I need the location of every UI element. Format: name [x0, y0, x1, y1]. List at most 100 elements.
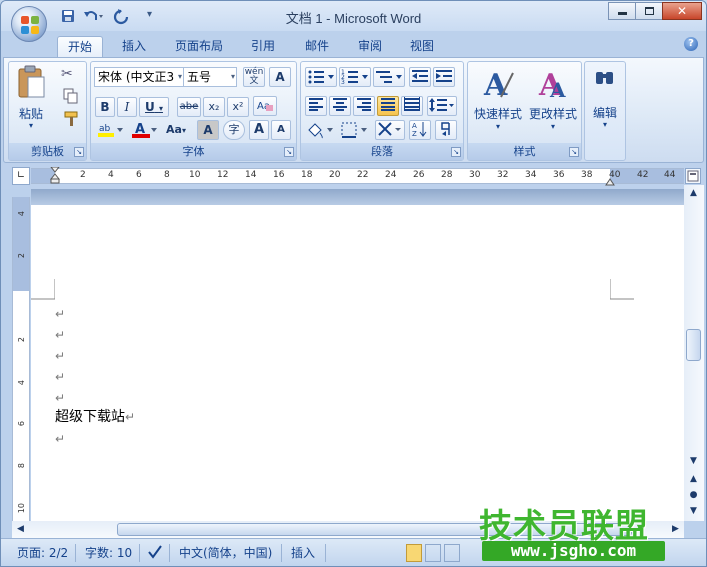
grow-font-button[interactable]: A: [249, 120, 269, 140]
empty-paragraph[interactable]: ↵: [55, 346, 65, 366]
view-ruler-icon[interactable]: [685, 168, 701, 184]
shrink-font-button[interactable]: A: [271, 120, 291, 140]
ruler-tick: 20: [329, 170, 341, 180]
change-styles-button[interactable]: AA 更改样式 ▾: [526, 65, 580, 139]
office-button[interactable]: [11, 6, 47, 42]
subscript-button[interactable]: x₂: [203, 97, 225, 117]
language-status[interactable]: 中文(简体，中国): [179, 544, 272, 562]
justify-button[interactable]: [377, 96, 399, 116]
shading-button[interactable]: [305, 120, 335, 140]
underline-button[interactable]: U ▾: [139, 97, 169, 117]
page-count-status[interactable]: 页面: 2/2: [17, 544, 68, 562]
phonetic-label: 文: [249, 76, 259, 86]
insert-mode-status[interactable]: 插入: [291, 544, 315, 562]
close-button[interactable]: ✕: [662, 2, 702, 20]
editing-group[interactable]: 编辑 ▾: [584, 61, 626, 161]
distributed-button[interactable]: [401, 96, 423, 116]
ruler-tick: 4: [17, 380, 26, 386]
copy-icon[interactable]: [63, 88, 79, 104]
paste-button[interactable]: 粘贴 ▾: [14, 65, 48, 139]
superscript-button[interactable]: x²: [227, 97, 249, 117]
char-border-button[interactable]: A: [269, 67, 291, 87]
strikethrough-button[interactable]: abe: [177, 97, 201, 117]
scroll-left-icon[interactable]: ◀: [12, 521, 29, 537]
empty-paragraph[interactable]: ↵: [55, 325, 65, 345]
horizontal-ruler[interactable]: 2 4 6 8 10 12 14 16 18 20 22 24 26 28 30…: [31, 166, 684, 186]
tab-home[interactable]: 开始: [57, 36, 103, 57]
borders-icon: [341, 122, 367, 138]
help-icon[interactable]: ?: [684, 37, 698, 51]
tab-page-layout[interactable]: 页面布局: [166, 36, 232, 57]
document-page[interactable]: [31, 205, 684, 521]
font-name-combo[interactable]: 宋体 (中文正3 ▾: [94, 67, 184, 87]
align-left-button[interactable]: [305, 96, 327, 116]
empty-paragraph[interactable]: ↵: [55, 367, 65, 387]
numbering-button[interactable]: 123: [339, 67, 371, 87]
multilevel-list-button[interactable]: [373, 67, 405, 87]
maximize-button[interactable]: [635, 2, 663, 20]
tab-references[interactable]: 引用: [241, 36, 285, 57]
enclose-char-button[interactable]: 字: [223, 120, 245, 140]
editing-label: 编辑: [592, 106, 617, 120]
previous-page-icon[interactable]: ▲: [685, 471, 702, 487]
bullets-button[interactable]: [305, 67, 337, 87]
bold-button[interactable]: B: [95, 97, 115, 117]
align-left-icon: [309, 98, 323, 111]
phonetic-guide-button[interactable]: wén 文: [243, 67, 265, 87]
italic-button[interactable]: I: [117, 97, 137, 117]
quick-styles-button[interactable]: A 快速样式 ▾: [471, 65, 525, 139]
highlight-icon: ab: [98, 124, 123, 137]
empty-paragraph[interactable]: ↵: [55, 304, 65, 324]
clear-format-button[interactable]: Aa: [253, 96, 277, 116]
sort-button[interactable]: AZ: [409, 120, 431, 140]
paragraph-launcher-icon[interactable]: ↘: [451, 147, 461, 157]
svg-text:A: A: [549, 78, 566, 101]
cut-icon[interactable]: ✂: [61, 66, 81, 84]
word-count-status[interactable]: 字数: 10: [85, 544, 132, 562]
asian-layout-button[interactable]: [375, 120, 405, 140]
font-color-button[interactable]: A: [129, 120, 159, 140]
svg-text:A: A: [483, 68, 508, 101]
minimize-button[interactable]: [608, 2, 636, 20]
decrease-indent-button[interactable]: [409, 67, 431, 87]
tab-view[interactable]: 视图: [400, 36, 444, 57]
change-case-button[interactable]: Aa▾: [161, 120, 191, 140]
font-launcher-icon[interactable]: ↘: [284, 147, 294, 157]
vertical-scrollbar[interactable]: ▲ ▼ ▲ ● ▼: [684, 185, 704, 521]
title-bar: ▾ 文档 1 - Microsoft Word ✕: [1, 1, 706, 31]
align-right-button[interactable]: [353, 96, 375, 116]
scroll-down-icon[interactable]: ▼: [685, 453, 702, 469]
vertical-scroll-thumb[interactable]: [686, 329, 701, 361]
vertical-ruler[interactable]: 4 2 2 4 6 8 10: [12, 197, 30, 521]
spelling-check-icon[interactable]: [147, 544, 167, 562]
styles-launcher-icon[interactable]: ↘: [569, 147, 579, 157]
scroll-up-icon[interactable]: ▲: [685, 185, 702, 201]
tab-insert[interactable]: 插入: [112, 36, 156, 57]
text-paragraph[interactable]: 超级下载站↵: [55, 407, 135, 427]
format-painter-icon[interactable]: [63, 110, 81, 128]
highlight-button[interactable]: ab: [95, 120, 125, 140]
ruler-tick: 18: [301, 170, 313, 180]
char-shading-button[interactable]: A: [197, 120, 219, 140]
show-marks-button[interactable]: [435, 120, 457, 140]
line-spacing-button[interactable]: [427, 96, 457, 116]
tab-mailings[interactable]: 邮件: [295, 36, 339, 57]
borders-button[interactable]: [339, 120, 369, 140]
empty-paragraph[interactable]: ↵: [55, 388, 65, 408]
right-indent-marker-icon[interactable]: [605, 175, 615, 186]
clipboard-launcher-icon[interactable]: ↘: [74, 147, 84, 157]
indent-marker-icon[interactable]: [49, 166, 61, 185]
align-center-button[interactable]: [329, 96, 351, 116]
tab-review[interactable]: 审阅: [348, 36, 392, 57]
align-center-icon: [333, 98, 347, 111]
empty-paragraph[interactable]: ↵: [55, 429, 65, 449]
print-layout-view-icon[interactable]: [406, 544, 422, 562]
increase-indent-button[interactable]: [433, 67, 455, 87]
font-size-combo[interactable]: 五号 ▾: [183, 67, 237, 87]
full-screen-view-icon[interactable]: [425, 544, 441, 562]
clipboard-group: 粘贴 ▾ ✂ 剪贴板 ↘: [8, 61, 87, 161]
paragraph-group: 123 AZ 段落 ↘: [300, 61, 464, 161]
tab-selector-button[interactable]: ∟: [12, 167, 30, 185]
paragraph-mark: ↵: [55, 349, 66, 363]
web-layout-view-icon[interactable]: [444, 544, 460, 562]
